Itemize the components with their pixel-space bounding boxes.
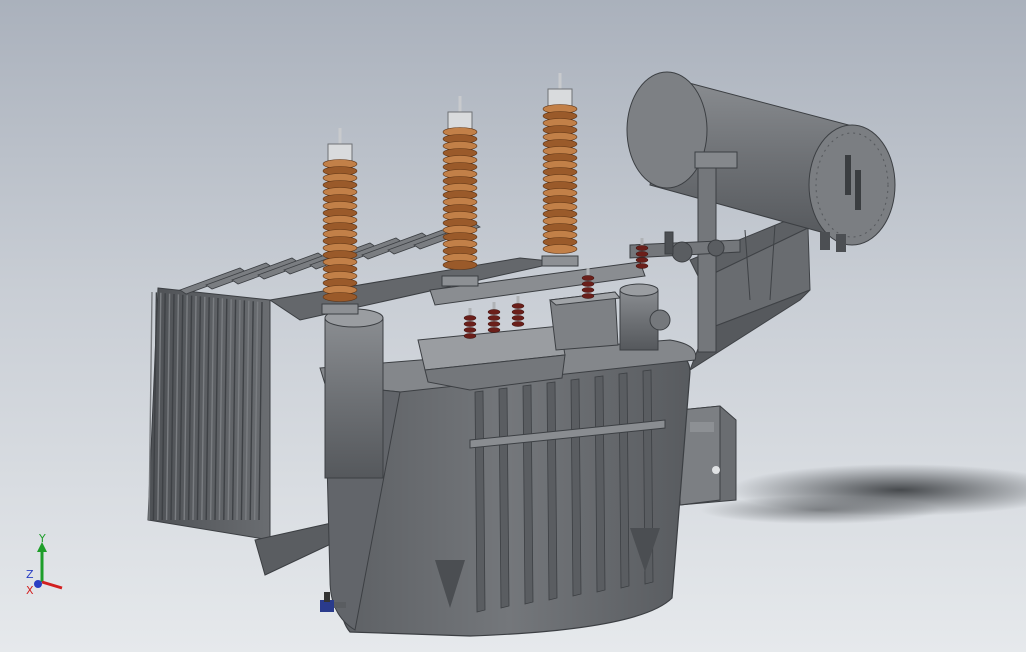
lv-bushing[interactable] [487, 302, 501, 333]
lv-shed [635, 263, 649, 269]
porcelain-shed [542, 244, 578, 254]
porcelain-shed [442, 260, 478, 270]
hv-bushing[interactable] [321, 128, 359, 315]
tank-rib [594, 375, 606, 593]
cad-viewport[interactable]: Y Z X [0, 0, 1026, 652]
lv-shed [487, 327, 501, 333]
tank-rib [474, 390, 486, 613]
conservator-end-cap-rear [626, 71, 708, 189]
lv-shed [511, 321, 525, 327]
bushing-terminal-stud [338, 128, 342, 146]
lv-shed [511, 309, 525, 315]
lv-shed [511, 315, 525, 321]
lv-shed [463, 315, 477, 321]
lv-bushing[interactable] [463, 308, 477, 339]
tank-rib [618, 372, 630, 589]
bushing-flange [441, 275, 479, 287]
conservator-tank[interactable] [626, 71, 896, 252]
tank-rib [522, 384, 534, 605]
lv-shed [581, 293, 595, 299]
lv-shed [635, 245, 649, 251]
tank-rib [570, 378, 582, 597]
x-axis-label: X [26, 584, 34, 597]
tank-rib [546, 381, 558, 601]
lv-shed [487, 321, 501, 327]
transformer-3d-model[interactable] [0, 0, 1026, 652]
bushing-flange [541, 255, 579, 267]
lv-shed [463, 321, 477, 327]
lv-bushing[interactable] [511, 296, 525, 327]
lv-shed [487, 315, 501, 321]
lv-shed [635, 257, 649, 263]
z-axis-dot [34, 580, 42, 588]
z-axis-label: Z [26, 568, 34, 581]
hv-bushing[interactable] [441, 96, 479, 287]
hv-bushing[interactable] [541, 73, 579, 267]
porcelain-shed [322, 292, 358, 302]
conservator-end-cap-front [808, 124, 896, 246]
tank-rib [498, 387, 510, 609]
coordinate-triad: Y Z X [26, 532, 63, 597]
lv-shed [463, 327, 477, 333]
bushing-terminal-stud [458, 96, 462, 114]
lv-shed [581, 275, 595, 281]
lv-shed [511, 303, 525, 309]
x-axis-line [41, 580, 63, 590]
control-cabinet[interactable] [679, 405, 737, 506]
oil-level-gauge [845, 155, 851, 195]
lv-bushing[interactable] [635, 238, 649, 269]
bushing-terminal-stud [558, 73, 562, 91]
y-axis-label: Y [38, 532, 46, 545]
lv-shed [635, 251, 649, 257]
lv-shed [463, 333, 477, 339]
lv-shed [581, 281, 595, 287]
lv-shed [581, 287, 595, 293]
lv-shed [487, 309, 501, 315]
bushing-flange [321, 303, 359, 315]
hv-turret [324, 308, 384, 479]
